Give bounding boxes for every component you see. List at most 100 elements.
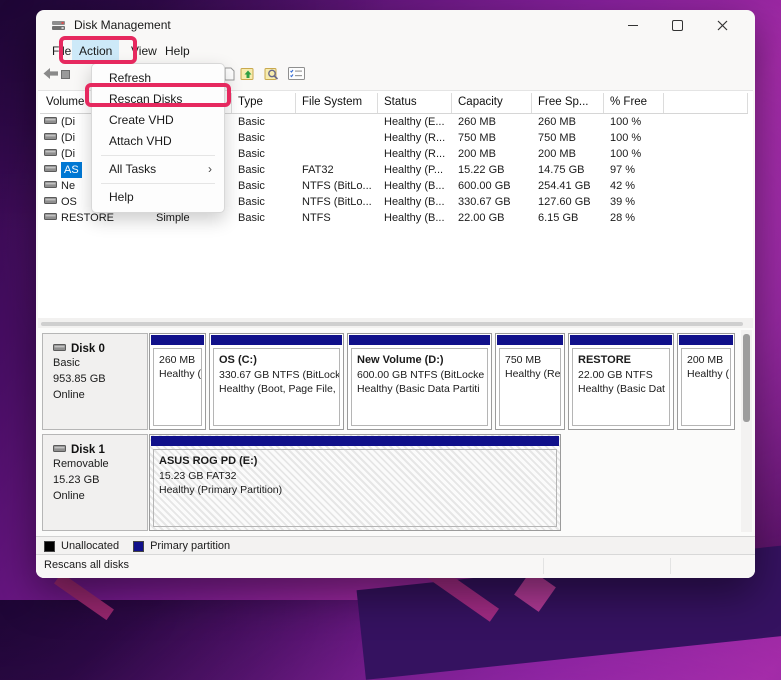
partition-asus-rog-pd-e[interactable]: ASUS ROG PD (E:)15.23 GB FAT32Healthy (P… [149, 434, 561, 531]
status-bar-divider [670, 558, 671, 574]
drive-icon [44, 162, 57, 178]
disk-info-line: Online [53, 387, 147, 403]
partition-line: 750 MB [505, 353, 560, 367]
capacity-cell: 15.22 GB [452, 162, 532, 178]
partition-type-bar [211, 335, 342, 345]
vertical-scrollbar-thumb[interactable] [743, 334, 750, 422]
blank-cell [664, 178, 748, 194]
drive-icon [44, 146, 57, 162]
blank-cell [664, 130, 748, 146]
vertical-scrollbar[interactable] [741, 330, 752, 532]
capacity-cell: 750 MB [452, 130, 532, 146]
partition-info: OS (C:)330.67 GB NTFS (BitLockHealthy (B… [213, 348, 340, 426]
volume-name: (Di [61, 114, 75, 130]
document-icon[interactable] [224, 67, 235, 81]
partition-line: 330.67 GB NTFS (BitLock [219, 368, 339, 382]
desktop: { "app": { "title": "Disk Management" },… [0, 0, 781, 600]
horizontal-scrollbar-thumb[interactable] [41, 322, 743, 326]
disk-row-disk-1: Disk 1Removable15.23 GBOnlineASUS ROG PD… [40, 434, 739, 531]
partition-new-volume-d[interactable]: New Volume (D:)600.00 GB NTFS (BitLockeH… [347, 333, 492, 430]
legend-swatch [44, 541, 55, 552]
window-title: Disk Management [74, 18, 171, 32]
menu-help[interactable]: Help [158, 40, 197, 62]
type-cell: Basic [232, 210, 296, 226]
status-cell: Healthy (B... [378, 210, 452, 226]
capacity-cell: 600.00 GB [452, 178, 532, 194]
window-icon[interactable] [61, 70, 70, 79]
back-arrow-icon[interactable] [42, 67, 59, 80]
partition-title: New Volume (D:) [357, 353, 487, 368]
disk-graph-pane: Disk 0Basic953.85 GBOnline260 MBHealthy … [38, 328, 753, 536]
menu-item-help[interactable]: Help [92, 187, 224, 208]
disk-info-line: 953.85 GB [53, 371, 147, 387]
type-cell: Basic [232, 114, 296, 130]
pct-free-cell: 28 % [604, 210, 664, 226]
disk-name: Disk 0 [53, 343, 147, 355]
column-header-free-sp[interactable]: Free Sp... [532, 93, 604, 113]
partition-restore[interactable]: RESTORE22.00 GB NTFSHealthy (Basic Dat [568, 333, 674, 430]
minimize-icon [628, 25, 638, 26]
annotation-box-action [59, 36, 137, 64]
partition-200-mb[interactable]: 200 MBHealthy ( [677, 333, 735, 430]
legend-swatch [133, 541, 144, 552]
column-header-file-system[interactable]: File System [296, 93, 378, 113]
pct-free-cell: 100 % [604, 114, 664, 130]
column-header-type[interactable]: Type [232, 93, 296, 113]
menu-item-create-vhd[interactable]: Create VHD [92, 110, 224, 131]
menu-separator [101, 183, 215, 184]
menu-item-attach-vhd[interactable]: Attach VHD [92, 131, 224, 152]
disk-management-app-icon [51, 19, 66, 32]
volume-name: (Di [61, 146, 75, 162]
file-system-cell: NTFS [296, 210, 378, 226]
disk-label-disk-1[interactable]: Disk 1Removable15.23 GBOnline [42, 434, 148, 531]
folder-upload-icon[interactable] [240, 67, 256, 81]
blank-cell [664, 114, 748, 130]
close-button[interactable] [700, 10, 745, 40]
capacity-cell: 260 MB [452, 114, 532, 130]
menu-bar: FileActionViewHelp [36, 40, 755, 62]
partition-750-mb[interactable]: 750 MBHealthy (Re [495, 333, 565, 430]
drive-icon [44, 194, 57, 210]
partition-line: 260 MB [159, 353, 201, 367]
column-header-status[interactable]: Status [378, 93, 452, 113]
annotation-box-rescan-disks [85, 83, 231, 107]
partition-line: 600.00 GB NTFS (BitLocke [357, 368, 487, 382]
column-header-capacity[interactable]: Capacity [452, 93, 532, 113]
legend-label: Primary partition [150, 540, 230, 552]
disk-label-disk-0[interactable]: Disk 0Basic953.85 GBOnline [42, 333, 148, 430]
maximize-button[interactable] [655, 10, 700, 40]
file-system-cell [296, 130, 378, 146]
partition-260-mb[interactable]: 260 MBHealthy ( [149, 333, 206, 430]
submenu-arrow-icon: › [208, 159, 212, 180]
pct-free-cell: 100 % [604, 146, 664, 162]
drive-icon [44, 178, 57, 194]
disk-name-text: Disk 0 [71, 343, 105, 355]
partition-type-bar [151, 436, 559, 446]
partition-line: Healthy (Re [505, 367, 560, 381]
type-cell: Basic [232, 130, 296, 146]
column-header-blank[interactable] [664, 93, 748, 113]
properties-icon[interactable] [288, 67, 305, 80]
disk-icon [53, 343, 66, 355]
status-cell: Healthy (R... [378, 146, 452, 162]
volume-name: (Di [61, 130, 75, 146]
file-system-cell: NTFS (BitLo... [296, 178, 378, 194]
file-system-cell: NTFS (BitLo... [296, 194, 378, 210]
title-bar[interactable]: Disk Management [36, 10, 755, 40]
close-icon [717, 20, 728, 31]
disk-info-line: Basic [53, 355, 147, 371]
column-header-free[interactable]: % Free [604, 93, 664, 113]
pct-free-cell: 42 % [604, 178, 664, 194]
menu-item-all-tasks[interactable]: All Tasks› [92, 159, 224, 180]
disk-icon [53, 444, 66, 456]
blank-cell [664, 210, 748, 226]
partition-info: RESTORE22.00 GB NTFSHealthy (Basic Dat [572, 348, 670, 426]
partition-os-c[interactable]: OS (C:)330.67 GB NTFS (BitLockHealthy (B… [209, 333, 344, 430]
horizontal-scrollbar[interactable] [38, 318, 753, 328]
maximize-icon [672, 20, 683, 31]
minimize-button[interactable] [610, 10, 655, 40]
partition-line: Healthy ( [159, 367, 201, 381]
volume-name: OS [61, 194, 77, 210]
search-icon[interactable] [264, 67, 280, 81]
disk-management-window: Disk Management FileActionViewHelp [36, 10, 755, 578]
